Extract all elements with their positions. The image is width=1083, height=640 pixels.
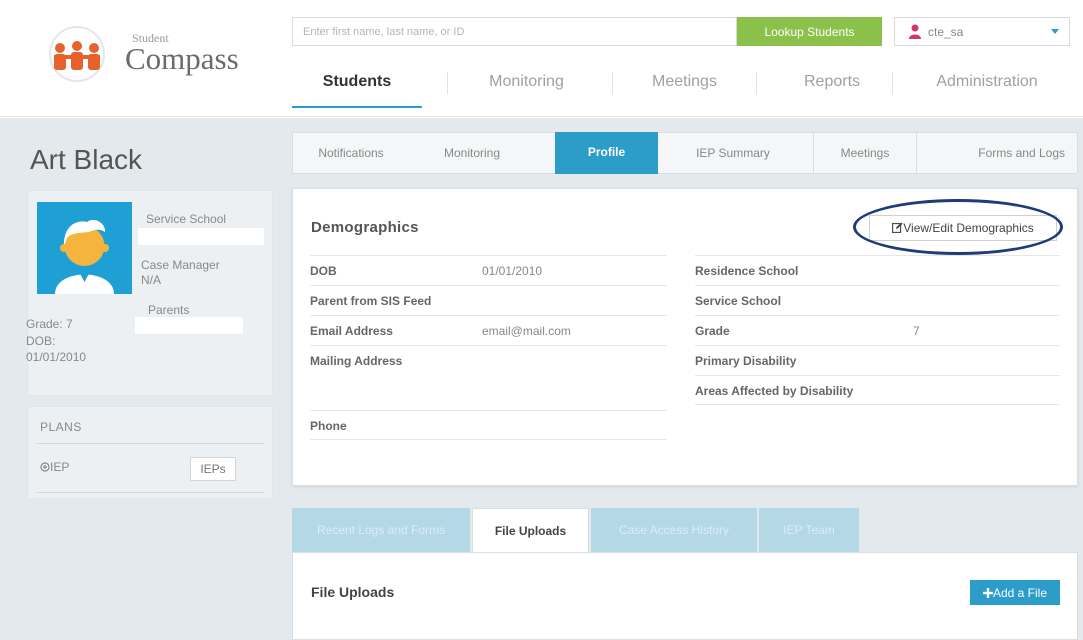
plan-item-iep[interactable]: IEP [40, 460, 69, 474]
field-row: Areas Affected by Disability [695, 375, 1060, 405]
nav-meetings[interactable]: Meetings [622, 58, 747, 108]
main-nav: Students Monitoring Meetings Reports Adm… [292, 58, 1083, 108]
ieps-button[interactable]: IEPs [190, 457, 236, 481]
divider [36, 492, 264, 493]
student-name: Art Black [30, 144, 143, 175]
field-label: Grade [695, 324, 730, 338]
demographics-panel: Demographics View/Edit Demographics DOB … [292, 188, 1078, 486]
plans-title: PLANS [40, 420, 82, 434]
file-uploads-title: File Uploads [311, 584, 395, 600]
student-search-input[interactable] [292, 17, 737, 46]
student-avatar-icon [55, 219, 114, 294]
service-school-value [138, 228, 264, 245]
field-row: Grade 7 [695, 315, 1060, 345]
tab-iep-summary[interactable]: IEP Summary [658, 133, 808, 173]
parents-value [135, 317, 243, 334]
lower-tabs: Recent Logs and Forms File Uploads Case … [292, 508, 862, 552]
tab-recent-logs-and-forms[interactable]: Recent Logs and Forms [292, 508, 470, 552]
compass-people-icon [49, 26, 105, 82]
field-label: Residence School [695, 264, 799, 278]
profile-tabs: Notifications Monitoring Profile IEP Sum… [292, 132, 1078, 174]
field-label: Service School [695, 294, 782, 308]
field-value: 01/01/2010 [482, 264, 543, 278]
nav-administration[interactable]: Administration [902, 58, 1072, 108]
app-header: Student Compass Lookup Students cte_sa S… [0, 0, 1083, 117]
add-file-button[interactable]: Add a File [970, 580, 1060, 605]
field-row: DOB 01/01/2010 [310, 255, 667, 285]
chevron-down-icon[interactable] [1051, 29, 1059, 34]
tab-case-access-history[interactable]: Case Access History [591, 508, 757, 552]
tab-monitoring[interactable]: Monitoring [409, 133, 535, 173]
plans-card: PLANS IEP IEPs [27, 406, 273, 499]
tab-meetings[interactable]: Meetings [814, 133, 916, 173]
parents-label: Parents [148, 303, 190, 317]
tab-profile[interactable]: Profile [555, 132, 658, 174]
student-dob-label: DOB: [26, 334, 56, 348]
nav-monitoring[interactable]: Monitoring [459, 58, 594, 108]
field-label: Areas Affected by Disability [695, 384, 854, 398]
lookup-students-button[interactable]: Lookup Students [737, 17, 882, 46]
field-label: Email Address [310, 324, 393, 338]
file-uploads-panel: File Uploads Add a File [292, 552, 1078, 640]
field-row: Parent from SIS Feed [310, 285, 667, 315]
username: cte_sa [928, 25, 964, 39]
tab-forms-and-logs[interactable]: Forms and Logs [917, 133, 1077, 173]
case-manager-value: N/A [141, 273, 162, 287]
tab-notifications[interactable]: Notifications [293, 133, 409, 173]
field-row: Primary Disability [695, 345, 1060, 375]
field-label: Primary Disability [695, 354, 797, 368]
nav-divider [612, 72, 613, 94]
highlight-ellipse [853, 199, 1063, 255]
field-row: Mailing Address [310, 345, 667, 410]
tab-file-uploads[interactable]: File Uploads [472, 508, 589, 552]
nav-students[interactable]: Students [292, 58, 422, 108]
plus-icon [982, 587, 993, 598]
plus-circle-icon [40, 462, 50, 472]
field-label: DOB [310, 264, 337, 278]
field-row: Phone [310, 410, 667, 440]
student-compass-logo[interactable]: Student Compass [32, 24, 252, 84]
add-file-label: Add a File [992, 585, 1048, 600]
field-row: Residence School [695, 255, 1060, 285]
field-label: Phone [310, 419, 347, 433]
student-profile-card: Service School Case Manager N/A Parents … [26, 190, 273, 396]
user-icon [909, 24, 921, 39]
field-value: email@mail.com [482, 324, 571, 338]
case-manager-label: Case Manager [141, 258, 220, 272]
plan-item-label: IEP [50, 460, 70, 474]
field-value: 7 [913, 324, 920, 338]
field-row: Email Address email@mail.com [310, 315, 667, 345]
nav-divider [892, 72, 893, 94]
nav-divider [447, 72, 448, 94]
field-row: Service School [695, 285, 1060, 315]
brand-name: Compass [125, 41, 239, 76]
service-school-label: Service School [146, 212, 227, 226]
tab-iep-team[interactable]: IEP Team [759, 508, 859, 552]
user-menu[interactable]: cte_sa [894, 17, 1070, 46]
nav-reports[interactable]: Reports [762, 58, 902, 108]
student-dob: 01/01/2010 [26, 350, 87, 364]
content-area: Art Black Service School Case Manager N/… [0, 118, 1083, 640]
avatar [37, 202, 132, 294]
field-label: Parent from SIS Feed [310, 294, 432, 308]
student-grade: Grade: 7 [26, 317, 73, 331]
divider [36, 443, 264, 444]
field-label: Mailing Address [310, 354, 403, 368]
demographics-title: Demographics [311, 219, 419, 236]
nav-divider [756, 72, 757, 94]
